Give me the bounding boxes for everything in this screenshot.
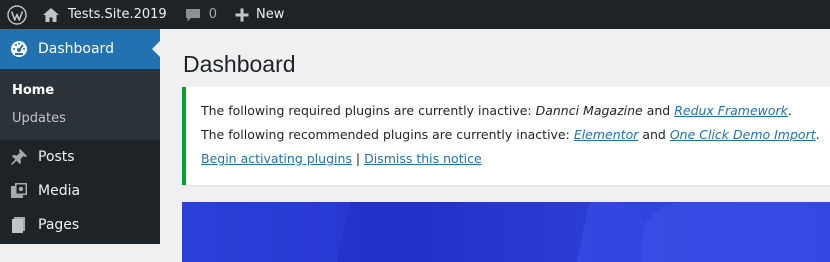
notice-text: .: [787, 103, 792, 118]
one-click-demo-import-link[interactable]: One Click Demo Import: [670, 127, 816, 142]
sidebar-item-label: Posts: [38, 149, 75, 165]
submenu-item-home[interactable]: Home: [0, 76, 160, 104]
notice-text: .: [815, 127, 820, 142]
notice-recommended-line: The following recommended plugins are cu…: [201, 127, 830, 143]
admin-sidebar: Dashboard Home Updates Posts Media Pages: [0, 29, 160, 244]
comment-bubble-icon: [185, 7, 201, 23]
pages-icon: [10, 216, 28, 234]
plugin-notice: The following required plugins are curre…: [182, 87, 830, 185]
dismiss-notice-link[interactable]: Dismiss this notice: [364, 151, 482, 166]
comments-link[interactable]: 0: [175, 0, 227, 29]
sidebar-item-label: Dashboard: [38, 41, 114, 57]
plus-icon: [235, 8, 249, 22]
notice-text: The following required plugins are curre…: [201, 103, 536, 118]
notice-actions: Begin activating plugins | Dismiss this …: [201, 151, 830, 167]
elementor-link[interactable]: Elementor: [574, 127, 639, 142]
new-label: New: [255, 7, 285, 22]
comments-count: 0: [208, 7, 217, 22]
sidebar-item-posts[interactable]: Posts: [0, 140, 160, 174]
welcome-banner: [182, 202, 830, 262]
new-content-menu[interactable]: New: [227, 0, 292, 29]
dashboard-gauge-icon: [10, 40, 28, 58]
sidebar-item-media[interactable]: Media: [0, 174, 160, 208]
dashboard-submenu: Home Updates: [0, 69, 160, 140]
current-menu-arrow: [152, 41, 160, 57]
home-icon: [42, 7, 60, 23]
banner-decoration: [642, 202, 830, 262]
wordpress-logo-icon[interactable]: [0, 0, 34, 29]
page-title: Dashboard: [183, 51, 296, 77]
sidebar-item-pages[interactable]: Pages: [0, 208, 160, 242]
begin-activating-plugins-link[interactable]: Begin activating plugins: [201, 151, 352, 166]
required-plugin-name: Dannci Magazine: [535, 103, 643, 118]
site-name-link[interactable]: Tests.Site.2019: [34, 0, 175, 29]
notice-required-line: The following required plugins are curre…: [201, 103, 830, 119]
admin-bar: Tests.Site.2019 0 New: [0, 0, 830, 29]
sidebar-item-dashboard[interactable]: Dashboard: [0, 29, 160, 69]
site-name: Tests.Site.2019: [68, 7, 167, 22]
action-separator: |: [351, 151, 365, 166]
sidebar-item-label: Pages: [38, 217, 80, 233]
banner-decoration: [334, 202, 590, 262]
redux-framework-link[interactable]: Redux Framework: [674, 103, 788, 118]
notice-text: and: [638, 127, 670, 142]
media-icon: [10, 182, 28, 200]
main-content: Dashboard The following required plugins…: [160, 29, 830, 262]
pushpin-icon: [10, 148, 28, 166]
notice-text: The following recommended plugins are cu…: [201, 127, 574, 142]
notice-text: and: [642, 103, 675, 118]
submenu-item-updates[interactable]: Updates: [0, 104, 160, 132]
sidebar-item-label: Media: [38, 183, 81, 199]
